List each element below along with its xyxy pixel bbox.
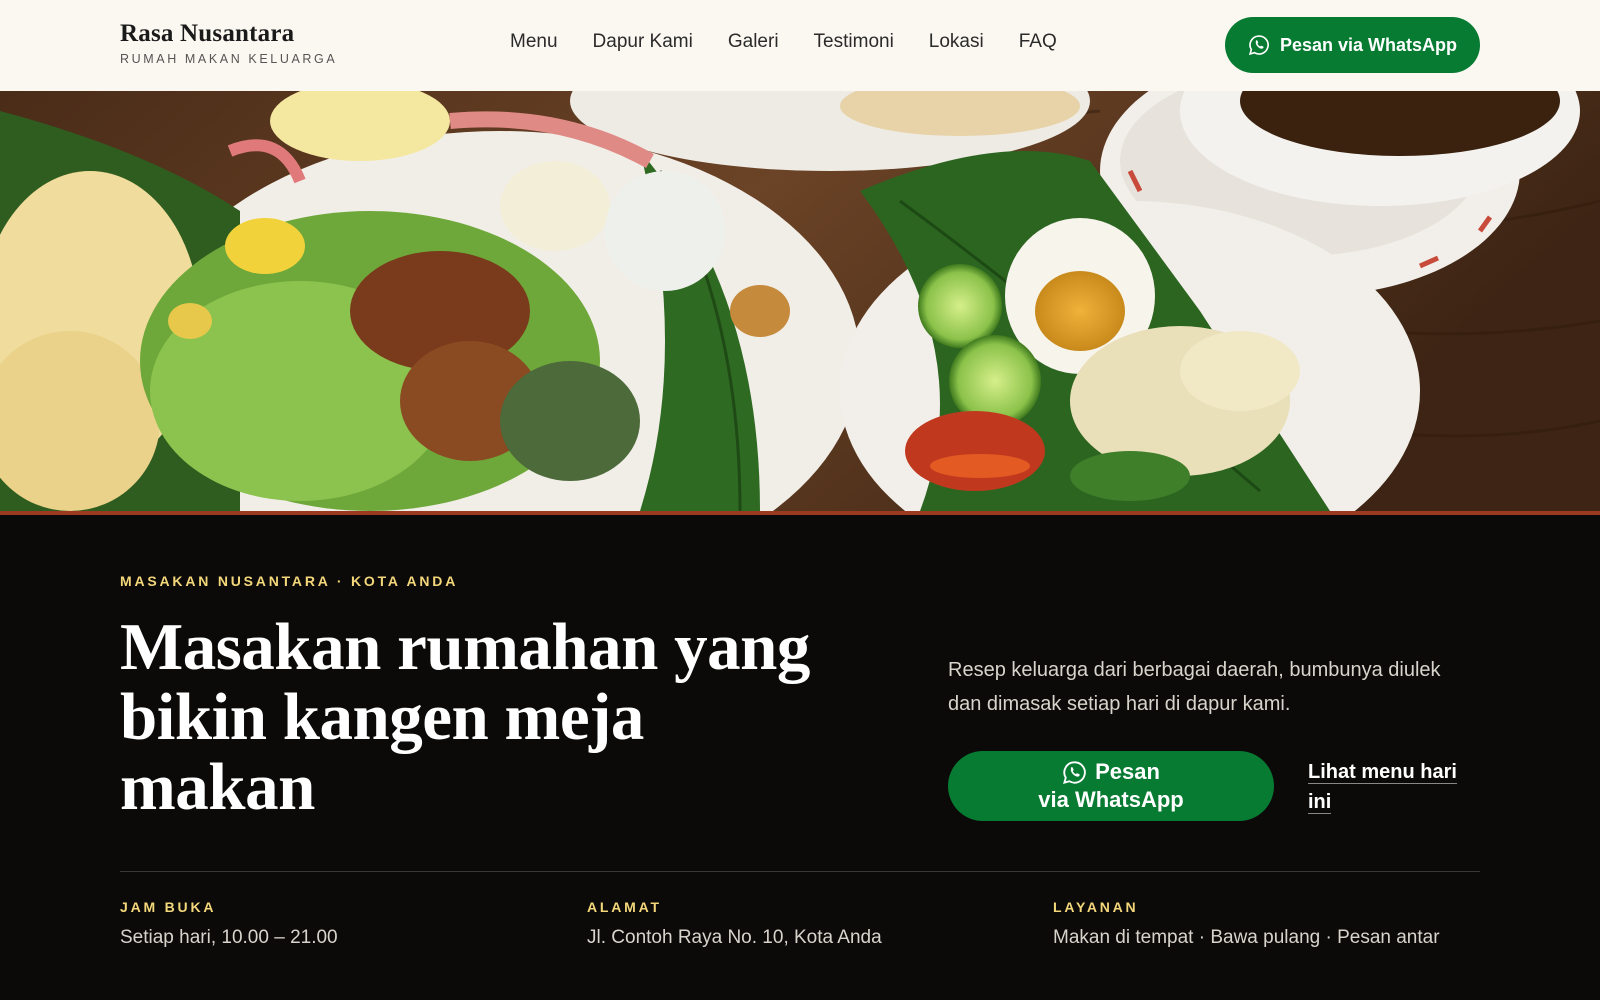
- nav-item-testimoni[interactable]: Testimoni: [814, 31, 894, 53]
- whatsapp-icon: [1248, 35, 1269, 56]
- site-header: Rasa Nusantara RUMAH MAKAN KELUARGA Menu…: [0, 0, 1600, 91]
- brand-name: Rasa Nusantara: [120, 20, 295, 47]
- info-address: ALAMAT Jl. Contoh Raya No. 10, Kota Anda: [587, 899, 1007, 949]
- order-whatsapp-label-line1: Pesan: [1095, 759, 1160, 784]
- main-nav: Menu Dapur Kami Galeri Testimoni Lokasi …: [510, 31, 1057, 53]
- order-whatsapp-label: Pesan via WhatsApp: [1279, 34, 1458, 55]
- nav-item-galeri[interactable]: Galeri: [728, 31, 779, 53]
- info-divider: [120, 871, 1480, 872]
- whatsapp-icon: [1063, 760, 1086, 784]
- order-whatsapp-button-main[interactable]: Pesan via WhatsApp: [948, 751, 1274, 821]
- hero-divider: [0, 511, 1600, 515]
- order-whatsapp-button-header[interactable]: Pesan via WhatsApp: [1225, 17, 1480, 73]
- info-address-label: ALAMAT: [587, 899, 662, 915]
- info-services-value: Makan di tempat · Bawa pulang · Pesan an…: [1053, 927, 1440, 948]
- info-hours-value: Setiap hari, 10.00 – 21.00: [120, 927, 338, 948]
- info-services: LAYANAN Makan di tempat · Bawa pulang · …: [1053, 899, 1473, 949]
- hero-food-image: [0, 91, 1600, 511]
- brand-logo[interactable]: Rasa Nusantara RUMAH MAKAN KELUARGA: [120, 20, 337, 66]
- brand-tagline: RUMAH MAKAN KELUARGA: [120, 52, 338, 66]
- view-today-menu-link[interactable]: Lihat menu hari ini: [1308, 757, 1458, 817]
- info-address-value: Jl. Contoh Raya No. 10, Kota Anda: [587, 927, 882, 948]
- view-today-menu-label: Lihat menu hari ini: [1308, 761, 1457, 814]
- info-hours-label: JAM BUKA: [120, 899, 217, 915]
- nav-item-faq[interactable]: FAQ: [1019, 31, 1057, 53]
- hero-lead: Resep keluarga dari berbagai daerah, bum…: [948, 659, 1441, 715]
- order-whatsapp-label-line2: via WhatsApp: [1038, 787, 1184, 812]
- nav-item-lokasi[interactable]: Lokasi: [929, 31, 984, 53]
- info-hours: JAM BUKA Setiap hari, 10.00 – 21.00: [120, 899, 540, 949]
- nav-item-menu[interactable]: Menu: [510, 31, 558, 53]
- hero-headline: Masakan rumahan yang bikin kangen meja m…: [120, 610, 810, 824]
- info-services-label: LAYANAN: [1053, 899, 1139, 915]
- hero-eyebrow: MASAKAN NUSANTARA · KOTA ANDA: [120, 573, 459, 589]
- nav-item-dapur-kami[interactable]: Dapur Kami: [593, 31, 693, 53]
